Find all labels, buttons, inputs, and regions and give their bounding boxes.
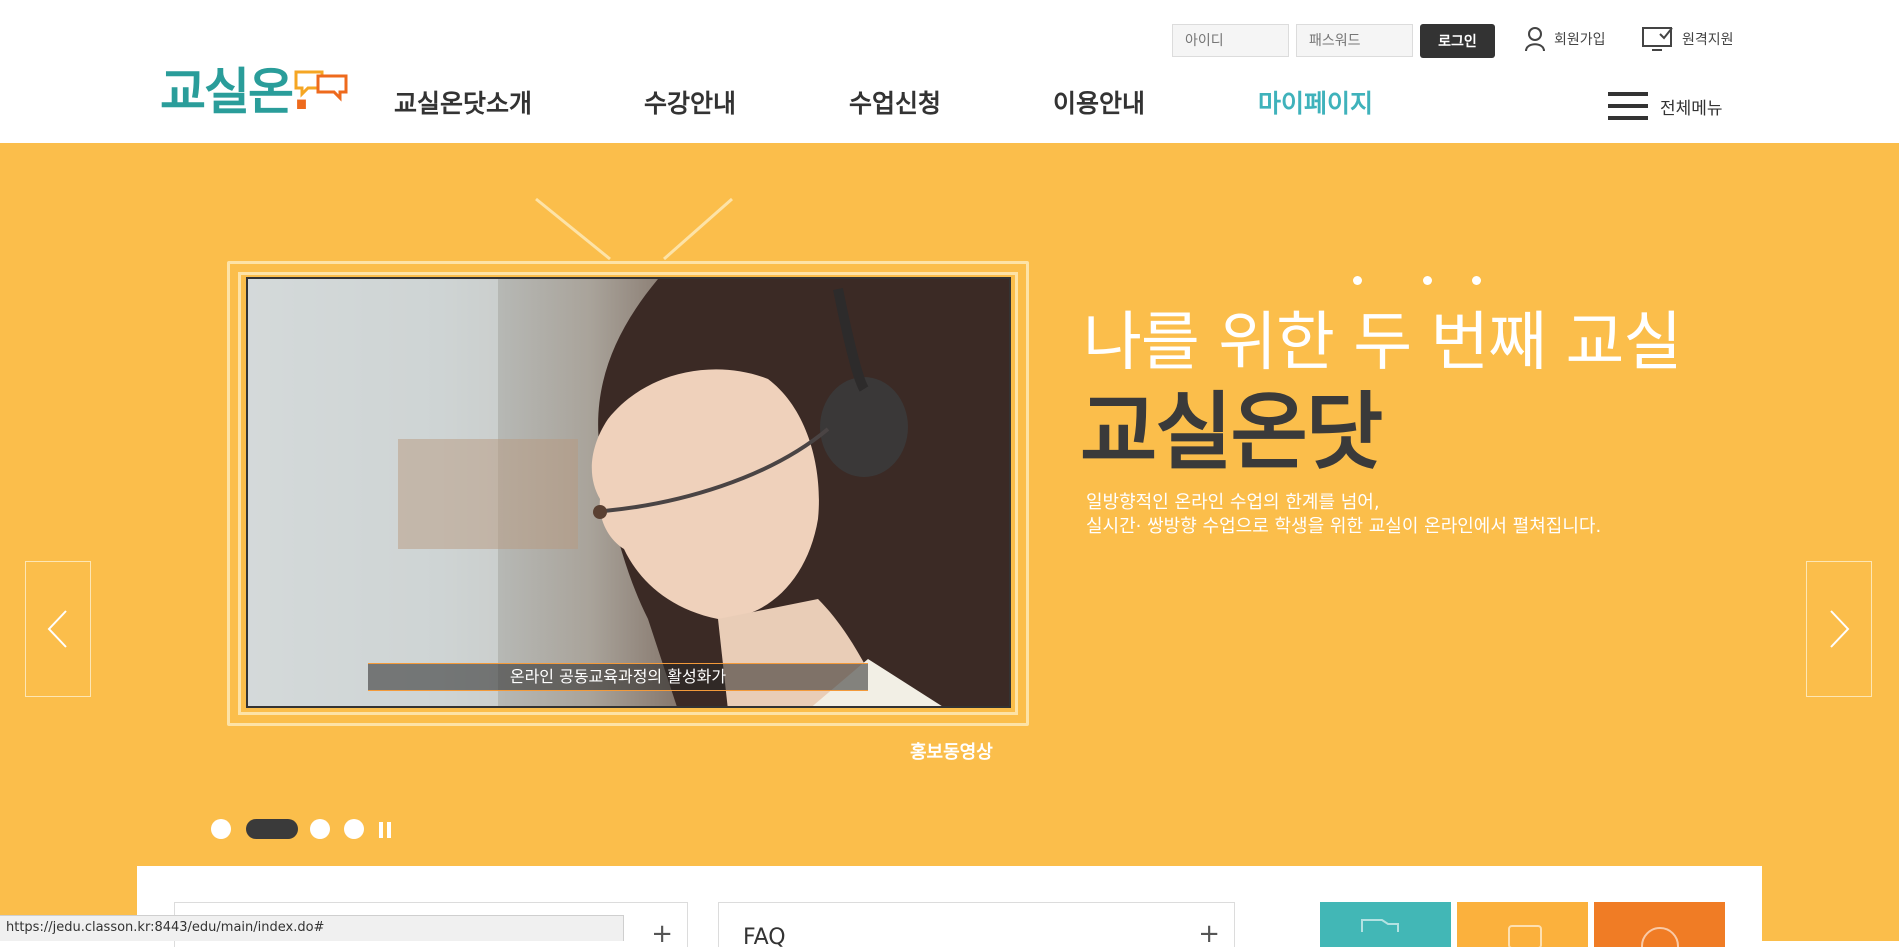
login-button[interactable]: 로그인 [1420,24,1495,58]
play-icon [1641,927,1679,951]
site-logo[interactable]: 교실온. [160,62,352,122]
nav-mypage[interactable]: 마이페이지 [1258,84,1373,120]
faq-more-button[interactable]: + [1198,921,1220,947]
slide-next-button[interactable] [1806,561,1872,697]
nav-course-guide[interactable]: 수강안내 [644,84,736,120]
pause-icon[interactable] [379,822,393,838]
quick-tile-teal[interactable] [1320,902,1451,947]
all-menu-button[interactable]: 전체메뉴 [1608,92,1723,120]
tv-antenna [535,197,733,261]
hamburger-icon [1608,92,1648,120]
hero-banner: 온라인 공동교육과정의 활성화가 홍보동영상 나를 위한 두 번째 교실 교실온… [0,143,1899,951]
speech-bubbles-icon [294,70,348,102]
notice-more-button[interactable]: + [651,921,673,947]
quick-tile-yellow[interactable] [1457,902,1588,949]
slide-prev-button[interactable] [25,561,91,697]
hero-description: 일방향적인 온라인 수업의 한계를 넘어, 실시간· 쌍방향 수업으로 학생을 … [1086,491,1601,539]
logo-text: 교실온 [160,63,294,121]
join-label: 회원가입 [1554,32,1606,48]
slide-dot-1[interactable] [211,819,231,839]
quick-tile-orange[interactable] [1594,902,1725,951]
user-icon [1525,27,1545,52]
slide-dot-2-active[interactable] [246,819,298,839]
remote-support-label: 원격지원 [1682,32,1734,48]
video-frame-image [248,279,1009,706]
slide-dot-3[interactable] [310,819,330,839]
remote-support-link[interactable]: 원격지원 [1642,24,1734,54]
promo-video-label[interactable]: 홍보동영상 [910,738,993,764]
video-caption: 온라인 공동교육과정의 활성화가 [368,663,868,691]
hero-title: 교실온닷 [1080,383,1383,481]
nav-usage-guide[interactable]: 이용안내 [1053,84,1145,120]
slide-dot-4[interactable] [344,819,364,839]
hero-description-line1: 일방향적인 온라인 수업의 한계를 넘어, [1086,492,1380,513]
nav-about[interactable]: 교실온닷소개 [394,84,532,120]
monitor-check-icon [1642,27,1673,51]
chevron-left-icon [47,610,67,648]
document-icon [1508,925,1542,949]
join-link[interactable]: 회원가입 [1524,24,1606,54]
flag-icon [1361,919,1399,932]
nav-class-apply[interactable]: 수업신청 [849,84,941,120]
all-menu-label: 전체메뉴 [1660,98,1723,119]
faq-box: FAQ + [718,902,1235,950]
promo-video-player[interactable]: 온라인 공동교육과정의 활성화가 [246,277,1011,708]
chevron-right-icon [1830,610,1850,648]
faq-title: FAQ [743,925,786,950]
hero-description-line2: 실시간· 쌍방향 수업으로 학생을 위한 교실이 온라인에서 펼쳐집니다. [1086,516,1602,537]
browser-status-url: https://jedu.classon.kr:8443/edu/main/in… [0,915,624,941]
site-header: 교실온. 로그인 회원가입 원격지원 교실온닷소개 수강안내 수업신청 이용안내… [0,0,1899,143]
login-password-input[interactable] [1296,24,1413,57]
login-id-input[interactable] [1172,24,1289,57]
